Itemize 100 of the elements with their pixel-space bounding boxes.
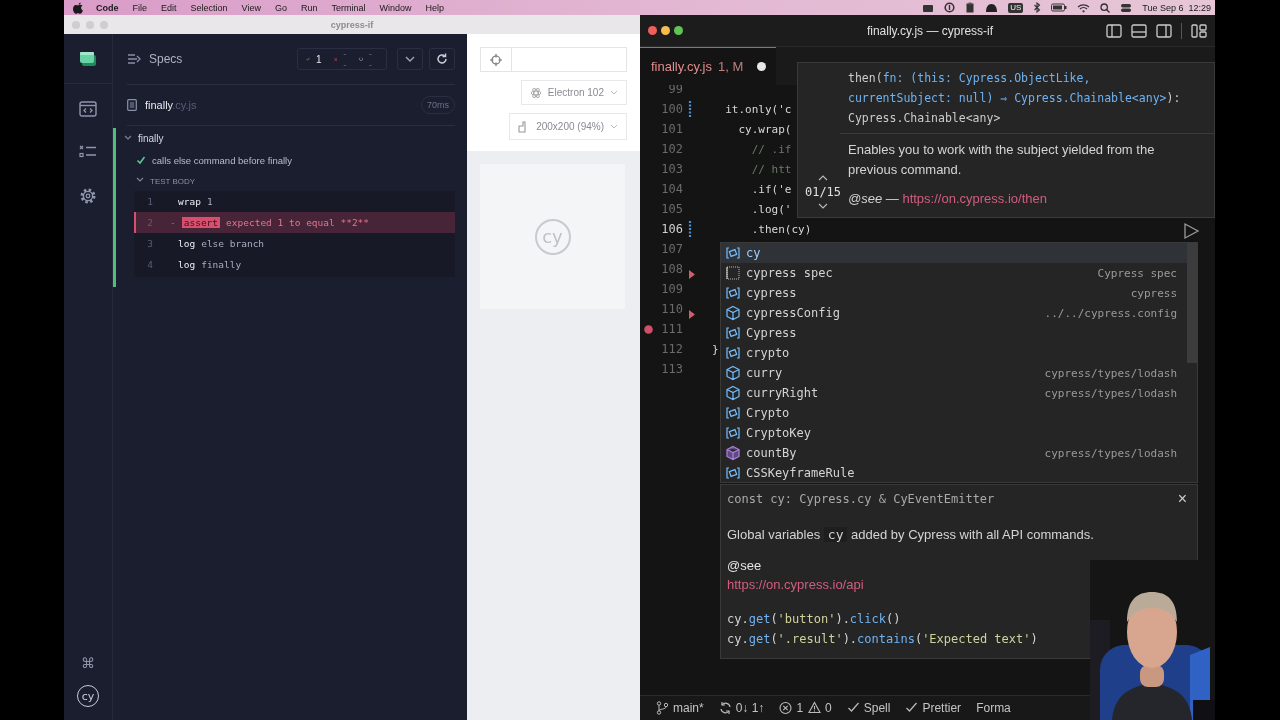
menu-item[interactable]: Run — [300, 2, 318, 13]
variable-icon — [725, 425, 741, 441]
sync-icon — [718, 701, 732, 715]
settings-icon[interactable] — [79, 187, 97, 205]
bluetooth-icon — [1033, 2, 1042, 13]
suggestion-item[interactable]: cypress spec Cypress spec — [721, 263, 1187, 283]
menu-item[interactable]: Edit — [161, 2, 177, 13]
menu-item[interactable]: Terminal — [331, 2, 366, 13]
suggestion-item[interactable]: crypto — [721, 343, 1187, 363]
sidebar-left-icon[interactable] — [1106, 23, 1122, 38]
checklist-icon[interactable] — [79, 144, 97, 160]
code-line: cy.wrap( — [737, 122, 792, 136]
modified-dot-icon[interactable] — [757, 62, 767, 71]
clipboard-icon — [965, 2, 976, 13]
chevron-icon — [405, 56, 415, 62]
line-number: 101 — [660, 122, 683, 136]
selector-button[interactable] — [480, 47, 512, 72]
line-number: 102 — [660, 142, 683, 156]
command-message: expected 1 to equal **2** — [226, 217, 370, 228]
code-example-line: cy.get('.result').contains('Expected text') — [727, 631, 1038, 648]
app-menu[interactable]: Code — [96, 2, 119, 13]
command-row[interactable]: 2 - assert expected 1 to equal **2** — [134, 212, 455, 233]
code-line: // .if — [750, 142, 792, 156]
status-item[interactable]: 1 — [779, 701, 804, 715]
menu-item[interactable]: View — [241, 2, 261, 13]
menu-item[interactable]: Window — [379, 2, 412, 13]
command-name: log — [178, 259, 196, 270]
suggestion-item[interactable]: CryptoKey — [721, 423, 1187, 443]
command-message: 1 — [206, 196, 213, 207]
test-title[interactable]: calls else command before finally — [152, 154, 292, 166]
input-source-indicator[interactable]: US — [1008, 2, 1024, 13]
zoom-button[interactable] — [674, 26, 683, 35]
command-number: 2 — [146, 217, 154, 228]
suggestion-item[interactable]: curry cypress/types/lodash — [721, 363, 1187, 383]
dropdown-button[interactable] — [397, 48, 423, 70]
overload-counter: 01/15 — [804, 185, 842, 199]
status-item[interactable]: Prettier — [905, 701, 962, 715]
reload-button[interactable] — [429, 48, 455, 70]
panel-bottom-icon[interactable] — [1131, 23, 1147, 38]
menu-item[interactable]: Go — [274, 2, 287, 13]
panel-title: Specs — [149, 52, 183, 66]
error-icon — [779, 701, 793, 715]
suggestion-item[interactable]: Cypress — [721, 323, 1187, 343]
url-field[interactable] — [512, 47, 627, 72]
cube-icon — [725, 385, 741, 401]
suggestion-item[interactable]: cypressConfig ../../cypress.config — [721, 303, 1187, 323]
code-line: } — [712, 342, 719, 356]
line-number: 107 — [660, 242, 683, 256]
chevron-down-icon[interactable] — [818, 203, 828, 209]
line-number: 104 — [660, 182, 683, 196]
check-icon — [905, 701, 919, 715]
play-icon[interactable] — [1182, 222, 1200, 240]
status-item[interactable]: 0↓ 1↑ — [718, 701, 765, 715]
dome-icon — [985, 2, 999, 13]
link[interactable]: https://on.cypress.io/then — [902, 191, 1047, 206]
variable-icon — [725, 465, 741, 481]
caret-icon — [610, 90, 618, 95]
suggestion-item[interactable]: countBy cypress/types/lodash — [721, 443, 1187, 463]
ring-icon — [944, 2, 956, 13]
menu-item[interactable]: Help — [425, 2, 444, 13]
browser-dropdown[interactable]: Electron 102 — [520, 80, 627, 105]
suite-title[interactable]: finally — [138, 133, 164, 144]
command-row[interactable]: 3 log else branch — [134, 233, 455, 254]
line-number: 109 — [660, 282, 683, 296]
code-window-icon[interactable] — [79, 101, 97, 117]
command-number: 4 — [146, 259, 154, 270]
suggestion-item[interactable]: cypress cypress — [721, 283, 1187, 303]
line-number: 103 — [660, 162, 683, 176]
suggestion-item[interactable]: Crypto — [721, 403, 1187, 423]
status-item[interactable]: Spell — [846, 701, 891, 715]
suggestion-item[interactable]: curryRight cypress/types/lodash — [721, 383, 1187, 403]
viewport-dropdown[interactable]: 200x200 (94%) — [509, 113, 627, 140]
suggestion-item[interactable]: CSSKeyframeRule — [721, 463, 1187, 483]
see-also-text: @see — https://on.cypress.io/then — [848, 190, 1048, 208]
line-number: 106 — [660, 222, 683, 236]
close-button[interactable] — [648, 26, 657, 35]
status-item[interactable]: 0 — [808, 701, 832, 715]
keyboard-shortcut-icon[interactable]: ⌘ — [81, 655, 95, 671]
command-number: 3 — [146, 238, 154, 249]
command-row[interactable]: 4 log finally — [134, 254, 455, 275]
layout-icon[interactable] — [1191, 23, 1207, 38]
suggestion-item[interactable]: cy — [721, 243, 1187, 263]
status-item[interactable]: Forma — [976, 701, 1011, 715]
chevron-up-icon[interactable] — [818, 175, 828, 181]
link[interactable]: https://on.cypress.io/api — [727, 577, 864, 592]
window-title: finally.cy.js — cypress-if — [865, 23, 995, 38]
apple-icon — [72, 1, 84, 14]
minimize-button[interactable] — [661, 26, 670, 35]
code-line: // htt — [750, 162, 792, 176]
close-button[interactable]: × — [1177, 491, 1187, 507]
menu-item[interactable]: Selection — [190, 2, 228, 13]
passed-count: 1 — [316, 53, 322, 65]
line-number: 112 — [660, 342, 683, 356]
menu-item[interactable]: File — [132, 2, 147, 13]
status-item[interactable]: main* — [656, 701, 704, 715]
scrollbar-thumb[interactable] — [1187, 243, 1197, 363]
command-row[interactable]: 1 wrap 1 — [134, 191, 455, 212]
editor-tab[interactable]: finally.cy.js 1, M — [640, 47, 777, 85]
sidebar-right-icon[interactable] — [1156, 23, 1172, 38]
search-icon — [1100, 2, 1111, 13]
